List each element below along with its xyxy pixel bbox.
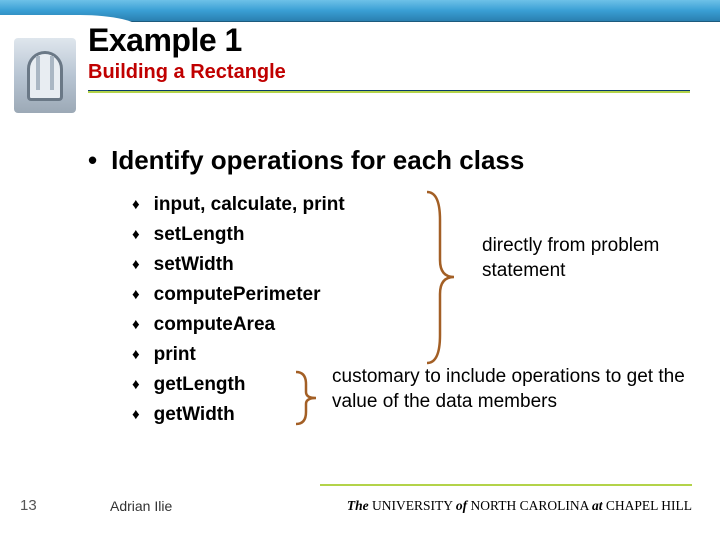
uni-part: CHAPEL HILL [603,498,693,513]
list-item-label: computeArea [154,310,275,340]
content-area: • Identify operations for each class ♦ in… [88,145,690,430]
list-item-label: getWidth [154,400,235,430]
old-well-image [14,38,76,113]
footer-rule [320,484,692,486]
list-item-label: computePerimeter [154,280,321,310]
bullet-dot: • [88,145,97,176]
list-item: ♦ computePerimeter [132,280,690,310]
diamond-icon: ♦ [132,190,140,220]
operations-list: ♦ input, calculate, print ♦ setLength ♦ set… [132,190,690,430]
title-rule [88,90,690,93]
author-name: Adrian Ilie [110,498,172,514]
diamond-icon: ♦ [132,400,140,430]
main-bullet: • Identify operations for each class [88,145,690,176]
list-item: ♦ computeArea [132,310,690,340]
footer: 13 Adrian Ilie The UNIVERSITY of NORTH C… [0,480,720,520]
diamond-icon: ♦ [132,250,140,280]
list-item-label: input, calculate, print [154,190,345,220]
list-item-label: getLength [154,370,246,400]
brace-icon [292,370,322,426]
list-item-label: print [154,340,196,370]
diamond-icon: ♦ [132,370,140,400]
list-item-label: setLength [154,220,245,250]
page-title: Example 1 [88,22,690,59]
uni-part: UNIVERSITY [369,498,456,513]
uni-part: NORTH CAROLINA [467,498,592,513]
diamond-icon: ♦ [132,280,140,310]
slide-number: 13 [20,497,37,514]
diamond-icon: ♦ [132,340,140,370]
diamond-icon: ♦ [132,310,140,340]
title-block: Example 1 Building a Rectangle [88,22,690,93]
annotation-problem-statement: directly from problem statement [482,234,702,283]
diamond-icon: ♦ [132,220,140,250]
list-item-label: setWidth [154,250,234,280]
uni-part: The [347,498,369,513]
page-subtitle: Building a Rectangle [88,61,690,84]
university-name: The UNIVERSITY of NORTH CAROLINA at CHAP… [347,498,692,514]
annotation-customary: customary to include operations to get t… [332,365,692,414]
uni-part: of [456,498,467,513]
uni-part: at [592,498,603,513]
main-bullet-text: Identify operations for each class [111,145,524,176]
list-item: ♦ input, calculate, print [132,190,690,220]
header-bar [0,0,720,22]
brace-icon [422,190,462,365]
